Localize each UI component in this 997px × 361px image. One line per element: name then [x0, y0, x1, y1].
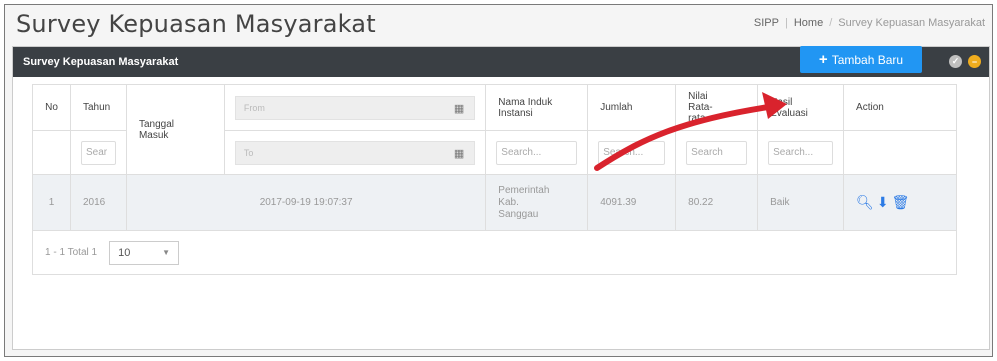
- table-row: 1 2016 2017-09-19 19:07:37 Pemerintah Ka…: [32, 174, 957, 231]
- page-size-select[interactable]: 10 ▼: [109, 240, 180, 265]
- collapse-icon[interactable]: ✓: [949, 55, 962, 68]
- panel-title: Survey Kepuasan Masyarakat: [23, 56, 179, 68]
- chevron-down-icon: ▼: [162, 248, 171, 257]
- cell-hasil: Baik: [757, 174, 845, 231]
- date-from-input[interactable]: From ▦: [234, 95, 476, 120]
- header-tahun: Tahun: [69, 84, 127, 131]
- pagination-info: 1 - 1 Total 1: [45, 247, 98, 258]
- cell-nama-instansi: Pemerintah Kab. Sanggau: [485, 174, 589, 231]
- header-nama-instansi: Nama Induk Instansi: [485, 84, 589, 131]
- calendar-icon[interactable]: ▦: [454, 147, 464, 160]
- minimize-icon[interactable]: −: [968, 55, 981, 68]
- calendar-icon[interactable]: ▦: [454, 102, 464, 115]
- header-nilai: Nilai Rata- rata: [675, 84, 759, 131]
- breadcrumb-separator: /: [829, 17, 833, 29]
- breadcrumb-home[interactable]: Home: [794, 17, 823, 29]
- header-jumlah: Jumlah: [587, 84, 677, 131]
- cell-nilai: 80.22: [675, 174, 759, 231]
- header-hasil: Hasil Evaluasi: [757, 84, 845, 131]
- header-action: Action: [843, 84, 957, 131]
- breadcrumb-sipp[interactable]: SIPP: [754, 17, 779, 29]
- cell-tahun: 2016: [69, 174, 127, 231]
- cell-tanggal: 2017-09-19 19:07:37: [125, 174, 487, 231]
- delete-icon[interactable]: 🗑︎: [892, 194, 910, 211]
- breadcrumb-current: Survey Kepuasan Masyarakat: [838, 17, 985, 29]
- breadcrumb: SIPP | Home / Survey Kepuasan Masyarakat: [754, 17, 985, 29]
- date-to-input[interactable]: To ▦: [234, 140, 476, 165]
- filter-from-cell: From ▦: [223, 84, 487, 131]
- page-title: Survey Kepuasan Masyarakat: [16, 10, 376, 38]
- filter-nama-input[interactable]: Search...: [496, 140, 578, 165]
- view-icon[interactable]: 🔍︎: [856, 194, 874, 211]
- filter-action-cell: [843, 130, 957, 175]
- header-tanggal: Tanggal Masuk: [125, 84, 225, 175]
- pagination-cell: 1 - 1 Total 1 10 ▼: [32, 230, 957, 275]
- plus-icon: +: [818, 51, 828, 68]
- filter-jumlah-input[interactable]: Search...: [598, 140, 666, 165]
- add-new-label: Tambah Baru: [831, 52, 904, 67]
- filter-tahun-input[interactable]: Sear: [80, 140, 116, 165]
- breadcrumb-separator: |: [784, 17, 788, 29]
- filter-nilai-input[interactable]: Search: [686, 140, 748, 165]
- download-icon[interactable]: ⬇: [877, 194, 889, 211]
- cell-no: 1: [32, 174, 71, 231]
- cell-action: 🔍︎ ⬇ 🗑︎: [843, 174, 957, 231]
- add-new-button[interactable]: + Tambah Baru: [800, 46, 922, 73]
- filter-hasil-input[interactable]: Search...: [768, 140, 834, 165]
- survey-table: No Tahun Tanggal Masuk From ▦ Nama Induk…: [32, 84, 957, 275]
- cell-jumlah: 4091.39: [587, 174, 677, 231]
- filter-no-cell: [32, 130, 71, 175]
- header-no: No: [32, 84, 71, 131]
